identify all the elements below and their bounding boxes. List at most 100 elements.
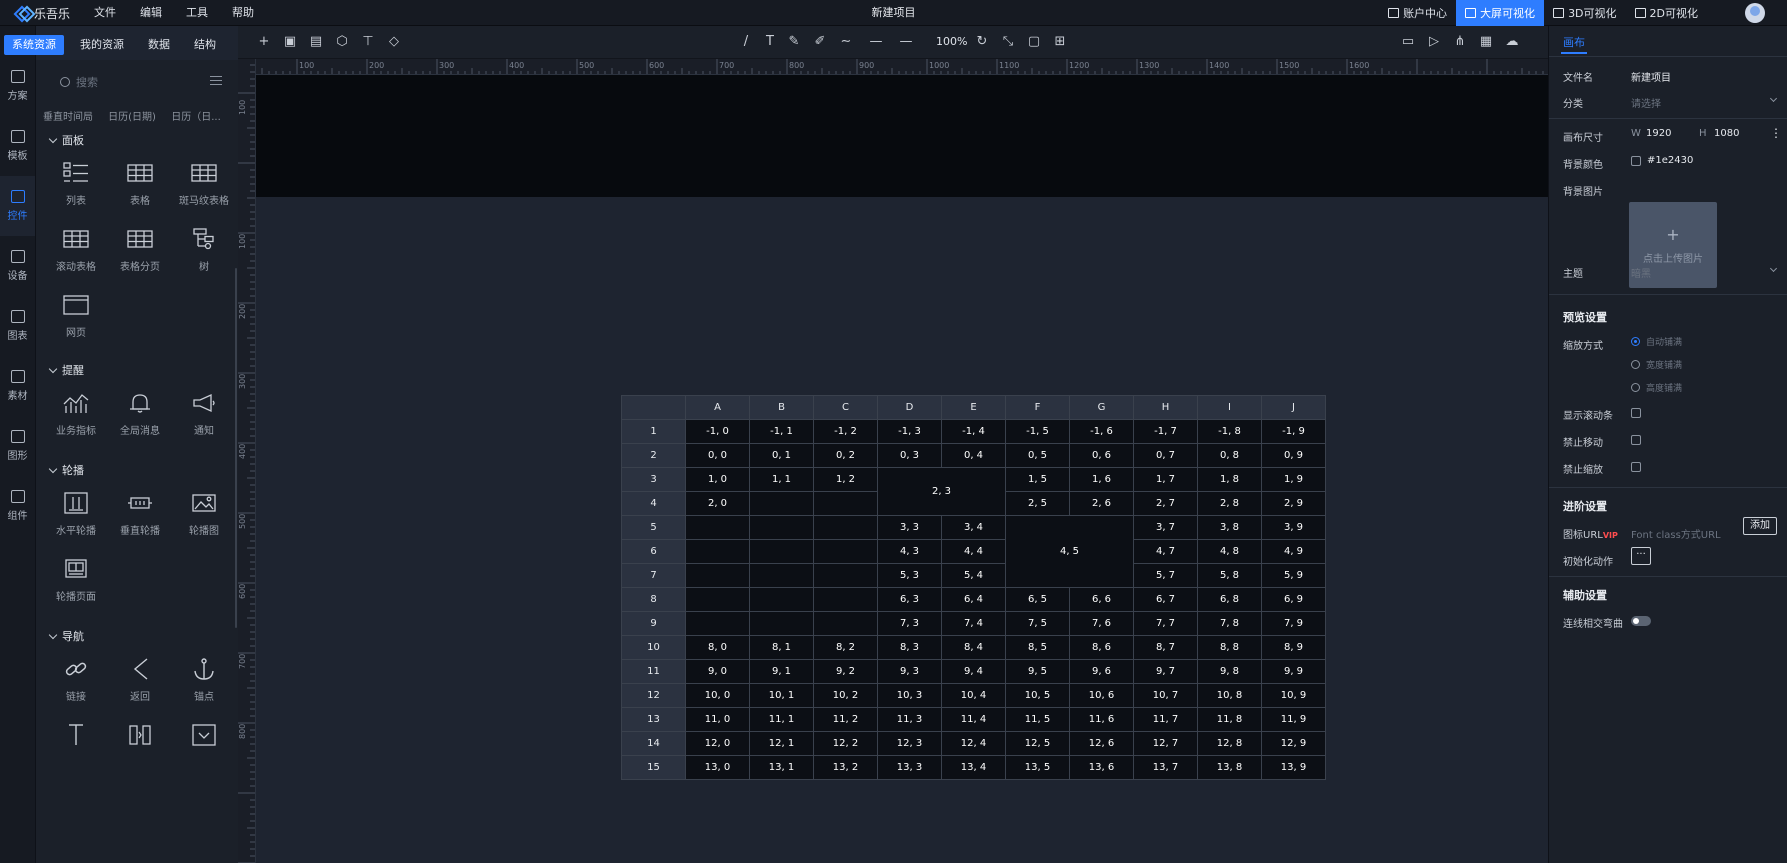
- component-anchor[interactable]: 锚点: [172, 652, 236, 712]
- merged-cell[interactable]: 2, 3: [877, 467, 1006, 516]
- table-cell[interactable]: 11, 7: [1133, 707, 1198, 732]
- table-cell[interactable]: 8, 7: [1133, 635, 1198, 660]
- table-cell[interactable]: 6, 4: [941, 587, 1006, 612]
- table-cell[interactable]: 3, 4: [941, 515, 1006, 540]
- table-cell[interactable]: 12, 7: [1133, 731, 1198, 756]
- 2d-visual-button[interactable]: 2D可视化: [1626, 0, 1707, 26]
- component-list[interactable]: 列表: [44, 156, 108, 216]
- table-cell[interactable]: 2, 0: [685, 491, 750, 516]
- column-header[interactable]: A: [685, 395, 750, 420]
- table-cell[interactable]: 8, 3: [877, 635, 942, 660]
- row-header[interactable]: 4: [621, 491, 686, 516]
- table-cell[interactable]: 10, 7: [1133, 683, 1198, 708]
- table-cell[interactable]: 8, 9: [1261, 635, 1326, 660]
- component-webpage[interactable]: 网页: [44, 288, 108, 348]
- table-cell[interactable]: 10, 9: [1261, 683, 1326, 708]
- text-icon[interactable]: T: [762, 34, 778, 50]
- table-cell[interactable]: 13, 4: [941, 755, 1006, 780]
- table-cell[interactable]: [813, 539, 878, 564]
- table-cell[interactable]: [685, 539, 750, 564]
- row-header[interactable]: 11: [621, 659, 686, 684]
- table-cell[interactable]: 7, 8: [1197, 611, 1262, 636]
- table-cell[interactable]: [685, 515, 750, 540]
- line-icon[interactable]: /: [738, 34, 754, 50]
- play-icon[interactable]: ▷: [1426, 34, 1442, 50]
- table-cell[interactable]: 4, 7: [1133, 539, 1198, 564]
- tab-canvas[interactable]: 画布: [1561, 32, 1587, 54]
- table-cell[interactable]: 5, 7: [1133, 563, 1198, 588]
- table-cell[interactable]: 10, 6: [1069, 683, 1134, 708]
- table-cell[interactable]: 13, 1: [749, 755, 814, 780]
- column-header[interactable]: H: [1133, 395, 1198, 420]
- component-notice[interactable]: 通知: [172, 386, 236, 446]
- row-header[interactable]: 12: [621, 683, 686, 708]
- table-cell[interactable]: 12, 0: [685, 731, 750, 756]
- table-cell[interactable]: -1, 6: [1069, 419, 1134, 444]
- table-cell[interactable]: 3, 3: [877, 515, 942, 540]
- row-header[interactable]: 15: [621, 755, 686, 780]
- rail-item-charts[interactable]: 图表: [0, 296, 35, 356]
- no-zoom-checkbox[interactable]: [1631, 462, 1641, 472]
- row-header[interactable]: 5: [621, 515, 686, 540]
- table-cell[interactable]: 13, 0: [685, 755, 750, 780]
- table-cell[interactable]: 11, 2: [813, 707, 878, 732]
- table-cell[interactable]: 1, 2: [813, 467, 878, 492]
- table-cell[interactable]: -1, 8: [1197, 419, 1262, 444]
- curve-icon[interactable]: ∼: [838, 34, 854, 50]
- table-cell[interactable]: 8, 6: [1069, 635, 1134, 660]
- radio-width-fill[interactable]: [1631, 360, 1640, 369]
- table-cell[interactable]: 9, 1: [749, 659, 814, 684]
- table-cell[interactable]: [813, 563, 878, 588]
- column-header[interactable]: I: [1197, 395, 1262, 420]
- table-cell[interactable]: 2, 9: [1261, 491, 1326, 516]
- user-avatar[interactable]: [1745, 3, 1765, 23]
- table-cell[interactable]: [749, 563, 814, 588]
- column-header[interactable]: F: [1005, 395, 1070, 420]
- table-cell[interactable]: 0, 1: [749, 443, 814, 468]
- table-cell[interactable]: 12, 6: [1069, 731, 1134, 756]
- table-cell[interactable]: [685, 563, 750, 588]
- qrcode-icon[interactable]: ▦: [1478, 34, 1494, 50]
- lock-icon[interactable]: ▢: [1026, 34, 1042, 50]
- section-header-navigation[interactable]: 导航: [48, 628, 84, 644]
- list-view-icon[interactable]: [210, 76, 222, 85]
- table-cell[interactable]: 4, 3: [877, 539, 942, 564]
- table-cell[interactable]: 5, 3: [877, 563, 942, 588]
- table-cell[interactable]: 6, 3: [877, 587, 942, 612]
- tab-data[interactable]: 数据: [140, 35, 178, 55]
- section-header-carousel[interactable]: 轮播: [48, 462, 84, 478]
- table-cell[interactable]: [749, 587, 814, 612]
- table-cell[interactable]: 7, 9: [1261, 611, 1326, 636]
- table-cell[interactable]: 1, 8: [1197, 467, 1262, 492]
- radio-auto-fill[interactable]: [1631, 337, 1640, 346]
- table-cell[interactable]: 0, 9: [1261, 443, 1326, 468]
- table-cell[interactable]: 12, 1: [749, 731, 814, 756]
- table-cell[interactable]: 12, 4: [941, 731, 1006, 756]
- component-link[interactable]: 链接: [44, 652, 108, 712]
- component-zebra-table[interactable]: 斑马纹表格: [172, 156, 236, 216]
- table-cell[interactable]: [749, 539, 814, 564]
- pen-icon[interactable]: ✎: [786, 34, 802, 50]
- rail-item-widgets[interactable]: 组件: [0, 476, 35, 536]
- rail-item-plans[interactable]: 方案: [0, 56, 35, 116]
- more-button[interactable]: ···: [1631, 547, 1651, 565]
- cut-item[interactable]: 日历（日...: [164, 108, 228, 122]
- table-cell[interactable]: [749, 515, 814, 540]
- column-header[interactable]: J: [1261, 395, 1326, 420]
- table-cell[interactable]: -1, 0: [685, 419, 750, 444]
- table-cell[interactable]: 9, 5: [1005, 659, 1070, 684]
- component-tree[interactable]: 树: [172, 222, 236, 282]
- table-cell[interactable]: 0, 4: [941, 443, 1006, 468]
- category-select[interactable]: 请选择: [1631, 95, 1661, 110]
- table-cell[interactable]: 4, 8: [1197, 539, 1262, 564]
- table-cell[interactable]: 5, 9: [1261, 563, 1326, 588]
- table-cell[interactable]: 11, 3: [877, 707, 942, 732]
- table-cell[interactable]: 2, 8: [1197, 491, 1262, 516]
- row-header[interactable]: 9: [621, 611, 686, 636]
- table-cell[interactable]: -1, 3: [877, 419, 942, 444]
- data-table[interactable]: ABCDEFGHIJ 1 -1, 0 -1, 1 -1, 2 -1, 3 -1, 4 -1,…: [621, 395, 1326, 780]
- table-cell[interactable]: 0, 0: [685, 443, 750, 468]
- format-paint-icon[interactable]: ⊤: [360, 34, 376, 50]
- column-header[interactable]: D: [877, 395, 942, 420]
- more-vertical-icon[interactable]: ⋮: [1770, 126, 1782, 140]
